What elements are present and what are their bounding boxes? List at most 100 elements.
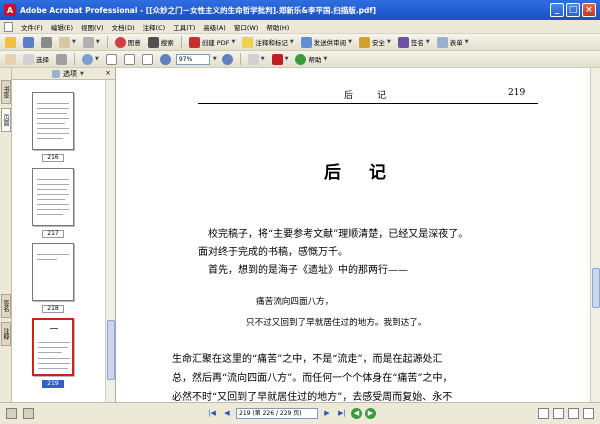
menu-document[interactable]: 文档(D) bbox=[109, 22, 138, 32]
sign-button[interactable]: 签名 ▼ bbox=[396, 35, 432, 49]
create-pdf-button[interactable]: 创建 PDF ▼ bbox=[187, 35, 238, 49]
window-icon[interactable] bbox=[23, 408, 34, 419]
title-bar: A Adobe Acrobat Professional - [[众妙之门－女性… bbox=[0, 0, 600, 20]
header-rule bbox=[198, 103, 538, 104]
print-button[interactable] bbox=[39, 35, 54, 49]
search-button-label: 搜索 bbox=[160, 39, 174, 47]
snapshot-button[interactable] bbox=[54, 52, 69, 66]
last-page-button[interactable]: ▶| bbox=[336, 408, 348, 419]
help-label: 帮助 bbox=[308, 56, 322, 64]
page-thumbnail-selected[interactable] bbox=[32, 318, 74, 376]
secondary-toolbar: 选择 ▼ 97% ▼ ▼ ▼ 帮助 ▼ bbox=[0, 51, 600, 68]
thumbnail-list: 216 217 218 219 bbox=[12, 80, 106, 402]
zoom-in-button[interactable] bbox=[220, 52, 235, 66]
tab-bookmarks[interactable]: 书签 bbox=[1, 80, 11, 104]
page-layout-buttons bbox=[538, 408, 594, 419]
printer-icon bbox=[41, 36, 52, 48]
actual-size-button[interactable] bbox=[104, 52, 119, 66]
zoom-level-field[interactable]: 97% bbox=[175, 53, 210, 65]
binoculars-icon bbox=[147, 36, 159, 48]
fit-width-button[interactable] bbox=[140, 52, 155, 66]
document-view[interactable]: 后 记 219 后记 校完稿子，将“主要参考文献”理顺清楚，已经又是深夜了。 面… bbox=[116, 68, 600, 403]
continuous-icon[interactable] bbox=[553, 408, 564, 419]
previous-page-button[interactable]: ◀ bbox=[221, 408, 233, 419]
close-panel-button[interactable]: × bbox=[105, 69, 111, 77]
maximize-button[interactable]: □ bbox=[566, 3, 580, 17]
comment-markup-button[interactable]: 注释和标记 ▼ bbox=[240, 35, 295, 49]
previous-view-button[interactable]: ◀ bbox=[351, 408, 362, 419]
page-number-field[interactable]: 219 (第 226 / 229 页) bbox=[236, 408, 318, 419]
page-size-icon[interactable] bbox=[6, 408, 17, 419]
tab-signatures[interactable]: 签名 bbox=[1, 294, 11, 318]
menu-window[interactable]: 窗口(W) bbox=[231, 22, 262, 32]
image-button[interactable]: 图意 bbox=[113, 35, 143, 49]
email-icon bbox=[59, 36, 70, 48]
open-button[interactable] bbox=[3, 35, 18, 49]
single-page-icon[interactable] bbox=[538, 408, 549, 419]
tab-pages[interactable]: 页面 bbox=[1, 108, 11, 132]
page-thumbnail[interactable] bbox=[32, 92, 74, 150]
camera-icon bbox=[56, 53, 67, 65]
thumbnail-scrollbar[interactable] bbox=[105, 80, 115, 402]
scrollbar-thumb[interactable] bbox=[107, 320, 115, 380]
select-tool-button[interactable]: 选择 bbox=[21, 52, 51, 66]
document-scrollbar[interactable] bbox=[590, 68, 600, 402]
continuous-facing-icon[interactable] bbox=[583, 408, 594, 419]
menu-advanced[interactable]: 高级(A) bbox=[200, 22, 229, 32]
secure-button[interactable]: 安全 ▼ bbox=[357, 35, 393, 49]
options-menu[interactable]: 选项 bbox=[63, 69, 77, 79]
thumbnail-label-selected[interactable]: 219 bbox=[42, 380, 64, 388]
create-pdf-label: 创建 PDF bbox=[201, 39, 230, 47]
actual-size-icon bbox=[105, 53, 117, 65]
document-icon[interactable] bbox=[4, 21, 13, 32]
minimize-button[interactable]: _ bbox=[550, 3, 564, 17]
next-view-button[interactable]: ▶ bbox=[365, 408, 376, 419]
thumbnail-label[interactable]: 218 bbox=[42, 305, 64, 313]
attach-button[interactable]: ▼ bbox=[81, 35, 102, 49]
email-button[interactable]: ▼ bbox=[57, 35, 78, 49]
zoom-out-button[interactable] bbox=[158, 52, 173, 66]
search-button[interactable]: 搜索 bbox=[146, 35, 176, 49]
running-head-right: 记 bbox=[377, 91, 387, 101]
paragraph-line: 校完稿子，将“主要参考文献”理顺清楚，已经又是深夜了。 bbox=[208, 229, 469, 240]
image-icon bbox=[114, 36, 126, 48]
menu-edit[interactable]: 编辑(E) bbox=[48, 22, 76, 32]
close-button[interactable]: × bbox=[582, 3, 596, 17]
toolbar-separator bbox=[74, 53, 75, 65]
rotate-button[interactable]: ▼ bbox=[246, 52, 267, 66]
review-icon bbox=[300, 36, 312, 48]
facing-icon[interactable] bbox=[568, 408, 579, 419]
first-page-button[interactable]: |◀ bbox=[206, 408, 218, 419]
next-page-button[interactable]: ▶ bbox=[321, 408, 333, 419]
thumbnail-label[interactable]: 217 bbox=[42, 230, 64, 238]
zoom-in-icon bbox=[221, 53, 233, 65]
page-thumbnail[interactable] bbox=[32, 168, 74, 226]
help-button[interactable]: 帮助 ▼ bbox=[293, 52, 329, 66]
pen-icon bbox=[397, 36, 409, 48]
comment-markup-label: 注释和标记 bbox=[255, 39, 288, 47]
menu-comments[interactable]: 注释(C) bbox=[140, 22, 169, 32]
zoom-dropdown-icon[interactable]: ▼ bbox=[213, 56, 217, 62]
menu-tools[interactable]: 工具(T) bbox=[170, 22, 198, 32]
send-review-button[interactable]: 发送供审阅 ▼ bbox=[299, 35, 354, 49]
fit-page-icon bbox=[123, 53, 135, 65]
forms-label: 表单 bbox=[449, 39, 463, 47]
menu-help[interactable]: 帮助(H) bbox=[263, 22, 292, 32]
body-line: 总，然后再“流向四面八方”。而任何一个个体身在“痛苦”之中， bbox=[172, 373, 453, 384]
page-thumbnail[interactable] bbox=[32, 243, 74, 301]
yahoo-button[interactable]: ▼ bbox=[270, 52, 291, 66]
fit-page-button[interactable] bbox=[122, 52, 137, 66]
image-button-label: 图意 bbox=[127, 39, 141, 47]
menu-view[interactable]: 视图(V) bbox=[78, 22, 107, 32]
scrollbar-thumb[interactable] bbox=[592, 268, 600, 308]
thumbnail-label[interactable]: 216 bbox=[42, 154, 64, 162]
tab-comments[interactable]: 注释 bbox=[1, 322, 11, 346]
zoom-tool-button[interactable]: ▼ bbox=[80, 52, 101, 66]
save-button[interactable] bbox=[21, 35, 36, 49]
pages-panel: 选项 ▼ × 216 217 218 219 bbox=[12, 68, 116, 402]
navigation-tabs: 书签 页面 签名 注释 bbox=[0, 68, 12, 402]
hand-tool-button[interactable] bbox=[3, 52, 18, 66]
menu-file[interactable]: 文件(F) bbox=[18, 22, 46, 32]
acrobat-app-icon: A bbox=[4, 4, 16, 16]
forms-button[interactable]: 表单 ▼ bbox=[435, 35, 471, 49]
